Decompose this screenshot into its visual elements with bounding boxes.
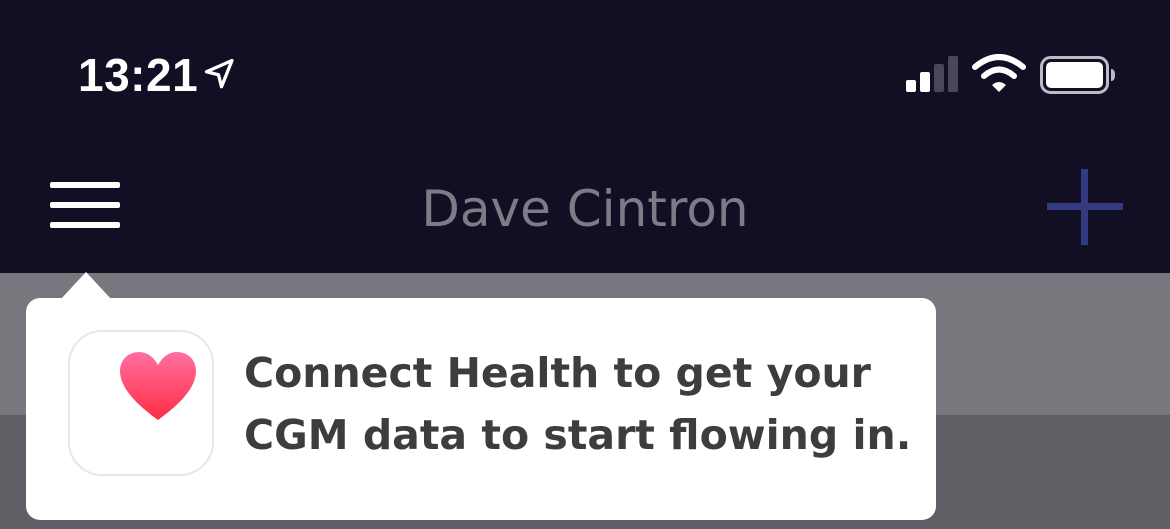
cellular-signal-icon [906, 56, 958, 92]
page-title: Dave Cintron [421, 180, 749, 238]
app-header: 13:21 Dave Cintron [0, 0, 1170, 273]
health-app-icon [68, 330, 214, 476]
tooltip-arrow [60, 272, 112, 300]
hamburger-menu-icon[interactable] [40, 170, 130, 240]
plus-icon[interactable] [1040, 165, 1130, 249]
status-time: 13:21 [78, 49, 199, 101]
wifi-icon [972, 54, 1026, 92]
location-arrow-icon [204, 58, 234, 89]
tooltip-message: Connect Health to get your CGM data to s… [244, 349, 912, 459]
health-app-heart-icon [120, 352, 196, 420]
battery-icon [1040, 56, 1115, 94]
